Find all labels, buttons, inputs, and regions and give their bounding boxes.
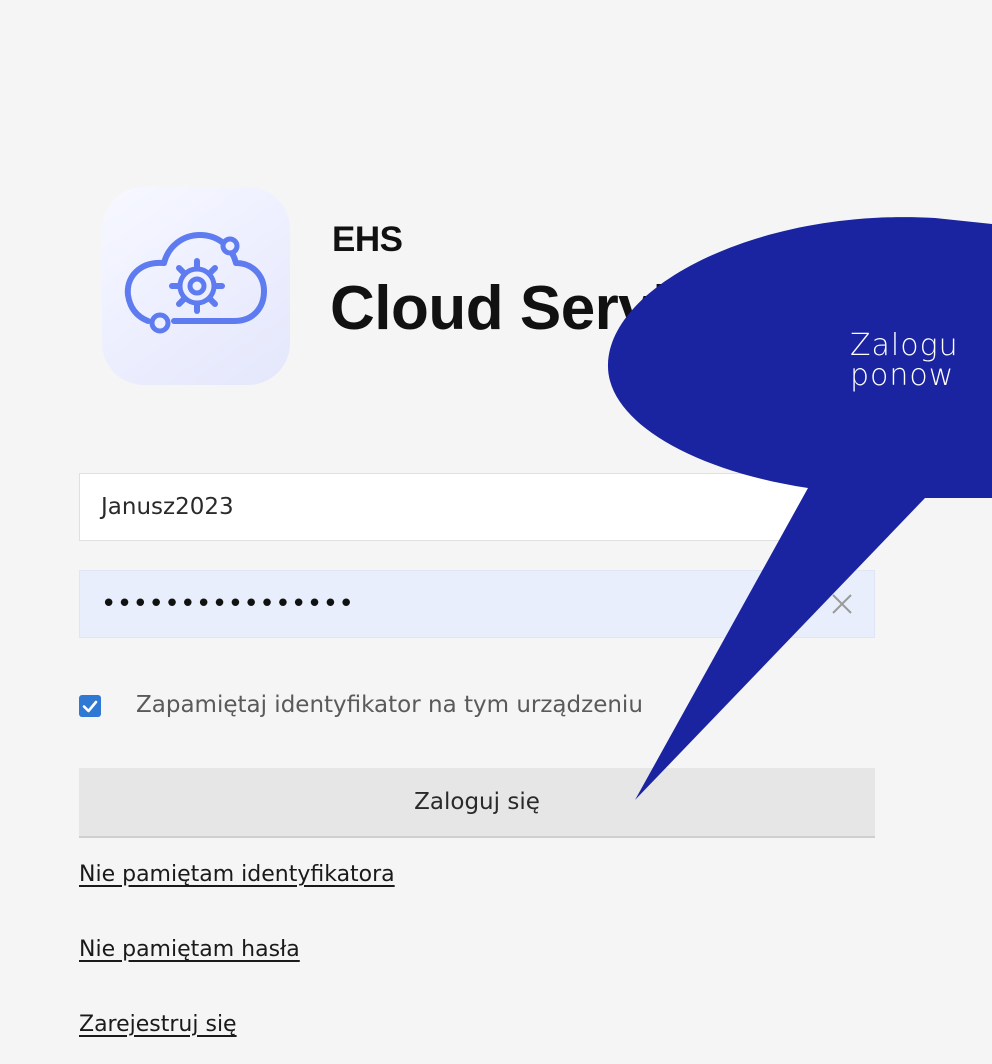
login-page: EHS Cloud Service Janusz2023 •••••••••••… bbox=[0, 0, 992, 1064]
speech-bubble-callout bbox=[607, 217, 992, 800]
callout-line-2: ponow bbox=[850, 358, 955, 393]
callout-text: Zalogu ponow bbox=[850, 331, 959, 391]
